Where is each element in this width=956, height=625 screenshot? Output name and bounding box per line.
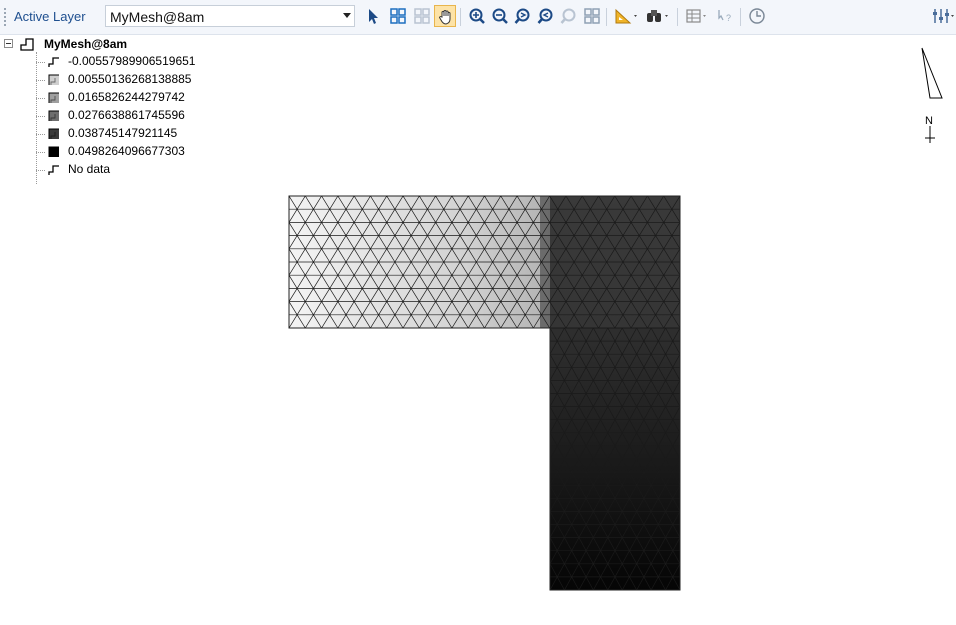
mesh-edges (535, 327, 680, 590)
north-label: N (925, 115, 933, 127)
north-arrow-icon: N (921, 47, 943, 143)
mesh-layer (289, 196, 680, 590)
map-canvas[interactable] (0, 0, 956, 625)
